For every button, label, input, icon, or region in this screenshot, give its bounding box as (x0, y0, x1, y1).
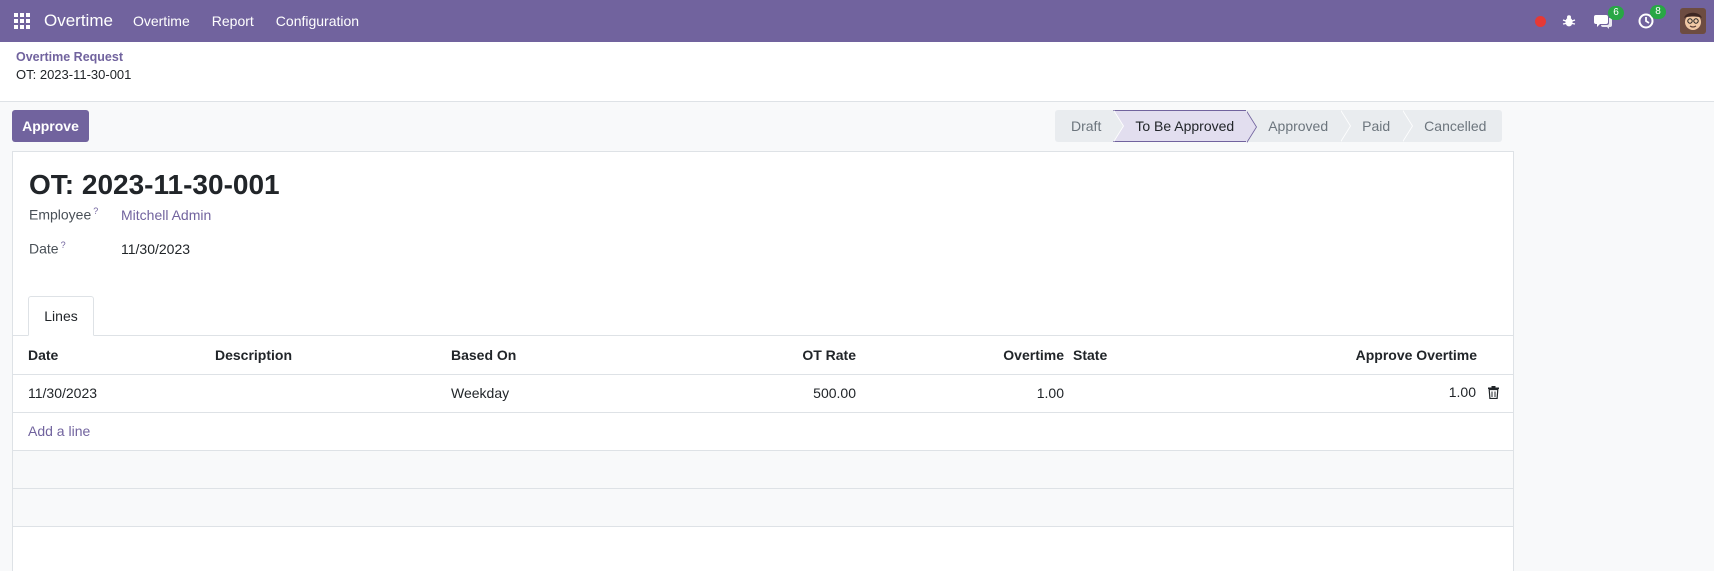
cell-ot-rate[interactable]: 500.00 (653, 374, 856, 413)
col-based-on[interactable]: Based On (451, 336, 653, 375)
activities-badge: 8 (1650, 5, 1666, 19)
empty-row (13, 450, 1513, 489)
date-help-icon[interactable]: ? (61, 240, 66, 250)
cell-description[interactable] (215, 374, 451, 413)
col-date[interactable]: Date (13, 336, 215, 375)
form-sheet: OT: 2023-11-30-001 Employee? Mitchell Ad… (12, 151, 1514, 571)
menu-overtime[interactable]: Overtime (133, 13, 190, 29)
col-ot-rate[interactable]: OT Rate (653, 336, 856, 375)
record-title: OT: 2023-11-30-001 (29, 169, 280, 200)
status-bar: Draft To Be Approved Approved Paid Cance… (1055, 110, 1503, 143)
col-state[interactable]: State (1064, 336, 1224, 375)
approve-button[interactable]: Approve (12, 110, 89, 142)
lines-table: Date Description Based On OT Rate Overti… (13, 336, 1513, 527)
activities-clock-icon[interactable]: 8 (1638, 5, 1666, 29)
cell-date[interactable]: 11/30/2023 (13, 374, 215, 413)
table-row[interactable]: 11/30/2023 Weekday 500.00 1.00 1.00 (13, 374, 1513, 413)
user-avatar[interactable] (1680, 8, 1706, 34)
top-navbar: Overtime Overtime Report Configuration 6 (0, 0, 1714, 42)
systray: 6 8 (1535, 0, 1714, 42)
table-header-row: Date Description Based On OT Rate Overti… (13, 336, 1513, 375)
stage-to-be-approved[interactable]: To Be Approved (1113, 110, 1258, 143)
messages-badge: 6 (1608, 5, 1624, 20)
employee-field[interactable]: Mitchell Admin (121, 207, 211, 223)
menu-report[interactable]: Report (212, 13, 254, 29)
add-line-link[interactable]: Add a line (28, 423, 90, 439)
stage-cancelled[interactable]: Cancelled (1402, 110, 1503, 142)
employee-help-icon[interactable]: ? (93, 206, 98, 216)
cell-based-on[interactable]: Weekday (451, 374, 653, 413)
employee-label: Employee? (29, 206, 98, 223)
recording-dot-icon[interactable] (1535, 15, 1546, 27)
col-approve-overtime[interactable]: Approve Overtime (1224, 336, 1513, 375)
control-panel: Overtime Request OT: 2023-11-30-001 (0, 42, 1714, 102)
trash-icon[interactable] (1488, 386, 1499, 402)
date-label: Date? (29, 240, 66, 257)
stage-draft[interactable]: Draft (1055, 110, 1125, 142)
cell-state[interactable] (1064, 374, 1224, 413)
cell-overtime[interactable]: 1.00 (856, 374, 1064, 413)
col-overtime[interactable]: Overtime (856, 336, 1064, 375)
employee-label-text: Employee (29, 206, 92, 223)
app-brand[interactable]: Overtime (44, 11, 113, 31)
cell-approve-overtime[interactable]: 1.00 (1224, 374, 1513, 413)
add-line-row: Add a line (13, 412, 1513, 451)
tab-lines[interactable]: Lines (28, 296, 94, 336)
col-description[interactable]: Description (215, 336, 451, 375)
date-label-text: Date (29, 240, 59, 257)
messages-icon[interactable]: 6 (1594, 5, 1624, 29)
breadcrumb-parent-link[interactable]: Overtime Request (16, 50, 123, 64)
stage-approved[interactable]: Approved (1246, 110, 1352, 142)
bug-icon[interactable] (1562, 14, 1576, 28)
approve-overtime-value: 1.00 (1448, 384, 1476, 400)
menu-configuration[interactable]: Configuration (276, 13, 359, 29)
breadcrumb-current: OT: 2023-11-30-001 (16, 67, 132, 82)
date-field[interactable]: 11/30/2023 (121, 241, 190, 257)
app-menu-icon[interactable] (0, 0, 44, 42)
empty-row (13, 488, 1513, 527)
